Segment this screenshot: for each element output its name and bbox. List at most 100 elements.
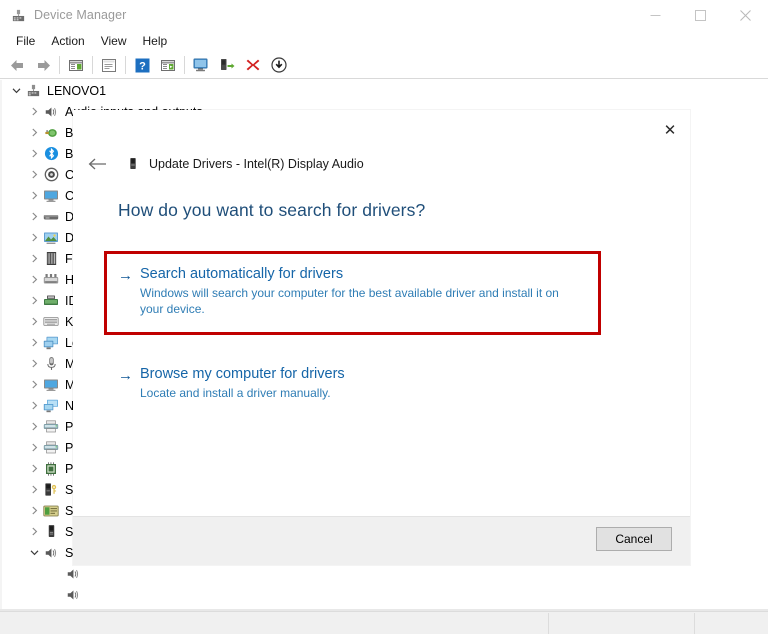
keyboard-icon (42, 313, 60, 330)
security-device-icon (42, 481, 60, 498)
toolbar-separator (184, 56, 185, 74)
ide-controller-icon (42, 292, 60, 309)
chevron-right-icon[interactable] (26, 461, 42, 477)
dialog-question: How do you want to search for drivers? (118, 200, 426, 220)
scan-hardware-changes-icon[interactable] (155, 53, 181, 77)
device-manager-window: Device Manager File Action View Help ? L… (0, 0, 768, 634)
camera-icon (42, 166, 60, 183)
chevron-right-icon[interactable] (26, 503, 42, 519)
chevron-down-icon[interactable] (8, 83, 24, 99)
panel-left-edge (0, 80, 2, 611)
window-title: Device Manager (34, 8, 127, 22)
toolbar-separator (125, 56, 126, 74)
show-hide-console-tree-icon[interactable] (63, 53, 89, 77)
device-manager-icon (10, 7, 26, 23)
speaker-icon (42, 103, 60, 120)
chevron-right-icon[interactable] (26, 293, 42, 309)
option-search-automatically-title[interactable]: Search automatically for drivers (140, 265, 568, 284)
hid-icon (42, 271, 60, 288)
back-icon[interactable] (4, 53, 30, 77)
firmware-icon (42, 250, 60, 267)
chevron-right-icon[interactable] (26, 167, 42, 183)
printer-icon (42, 418, 60, 435)
chevron-right-icon[interactable] (26, 230, 42, 246)
properties-icon[interactable] (96, 53, 122, 77)
speaker-icon (64, 565, 82, 582)
computer-icon (24, 82, 42, 99)
processor-icon (42, 460, 60, 477)
chevron-right-icon[interactable] (26, 398, 42, 414)
update-drivers-dialog: ✕ Update Drivers - Intel(R) Display Audi… (73, 110, 690, 565)
monitor-icon (42, 376, 60, 393)
close-button[interactable] (723, 0, 768, 30)
chevron-right-icon[interactable] (26, 209, 42, 225)
status-bar-segment-3 (694, 613, 768, 634)
window-controls (633, 0, 768, 30)
option-browse-my-computer-desc: Locate and install a driver manually. (140, 386, 331, 400)
back-arrow-icon[interactable] (83, 152, 111, 176)
title-bar: Device Manager (0, 0, 768, 30)
arrow-right-icon: → (118, 267, 133, 284)
menu-help[interactable]: Help (135, 31, 176, 51)
chevron-right-icon[interactable] (26, 419, 42, 435)
chevron-down-icon[interactable] (26, 545, 42, 561)
dialog-close-icon[interactable]: ✕ (656, 118, 684, 142)
forward-icon[interactable] (30, 53, 56, 77)
battery-icon (42, 124, 60, 141)
chevron-right-icon[interactable] (26, 104, 42, 120)
speaker-icon (64, 586, 82, 603)
tree-row[interactable] (0, 563, 768, 584)
chevron-right-icon[interactable] (26, 356, 42, 372)
chevron-right-icon[interactable] (26, 377, 42, 393)
update-driver-icon[interactable] (188, 53, 214, 77)
bluetooth-icon (42, 145, 60, 162)
chevron-right-icon[interactable] (26, 314, 42, 330)
help-icon[interactable]: ? (129, 53, 155, 77)
status-bar (0, 611, 768, 634)
toolbar-separator (92, 56, 93, 74)
monitor-icon (42, 187, 60, 204)
dialog-footer: Cancel (73, 516, 690, 565)
tree-row[interactable] (0, 584, 768, 605)
sensor-icon (42, 502, 60, 519)
chevron-right-icon[interactable] (26, 125, 42, 141)
status-bar-segment-2 (548, 613, 695, 634)
toolbar-separator (59, 56, 60, 74)
toolbar-divider (0, 78, 768, 79)
device-icon (125, 156, 141, 172)
tree-root-label: LENOVO1 (47, 83, 107, 98)
chevron-right-icon[interactable] (26, 188, 42, 204)
sound-controller-icon (42, 544, 60, 561)
menu-action[interactable]: Action (43, 31, 92, 51)
legacy-driver-icon (42, 334, 60, 351)
dialog-header: Update Drivers - Intel(R) Display Audio (73, 152, 364, 176)
maximize-button[interactable] (678, 0, 723, 30)
option-browse-my-computer-title[interactable]: Browse my computer for drivers (140, 365, 345, 384)
chevron-right-icon[interactable] (26, 272, 42, 288)
cancel-button[interactable]: Cancel (596, 527, 672, 551)
option-browse-my-computer[interactable]: → Browse my computer for drivers Locate … (118, 365, 568, 401)
option-search-automatically-desc: Windows will search your computer for th… (140, 286, 559, 316)
toolbar: ? (0, 52, 768, 78)
chevron-right-icon[interactable] (26, 482, 42, 498)
printer-icon (42, 439, 60, 456)
svg-text:?: ? (139, 60, 146, 72)
network-adapter-icon (42, 397, 60, 414)
arrow-right-icon: → (118, 367, 133, 384)
disable-device-icon[interactable] (240, 53, 266, 77)
chevron-right-icon[interactable] (26, 335, 42, 351)
dialog-title: Update Drivers - Intel(R) Display Audio (149, 157, 364, 171)
scan-for-changes-icon[interactable] (266, 53, 292, 77)
chevron-right-icon[interactable] (26, 146, 42, 162)
menu-view[interactable]: View (93, 31, 135, 51)
uninstall-device-icon[interactable] (214, 53, 240, 77)
disk-drive-icon (42, 208, 60, 225)
chevron-right-icon[interactable] (26, 440, 42, 456)
tree-row-root[interactable]: LENOVO1 (0, 80, 768, 101)
option-search-automatically[interactable]: → Search automatically for drivers Windo… (118, 265, 568, 317)
chevron-right-icon[interactable] (26, 251, 42, 267)
minimize-button[interactable] (633, 0, 678, 30)
chevron-right-icon[interactable] (26, 524, 42, 540)
menu-file[interactable]: File (8, 31, 43, 51)
display-adapter-icon (42, 229, 60, 246)
